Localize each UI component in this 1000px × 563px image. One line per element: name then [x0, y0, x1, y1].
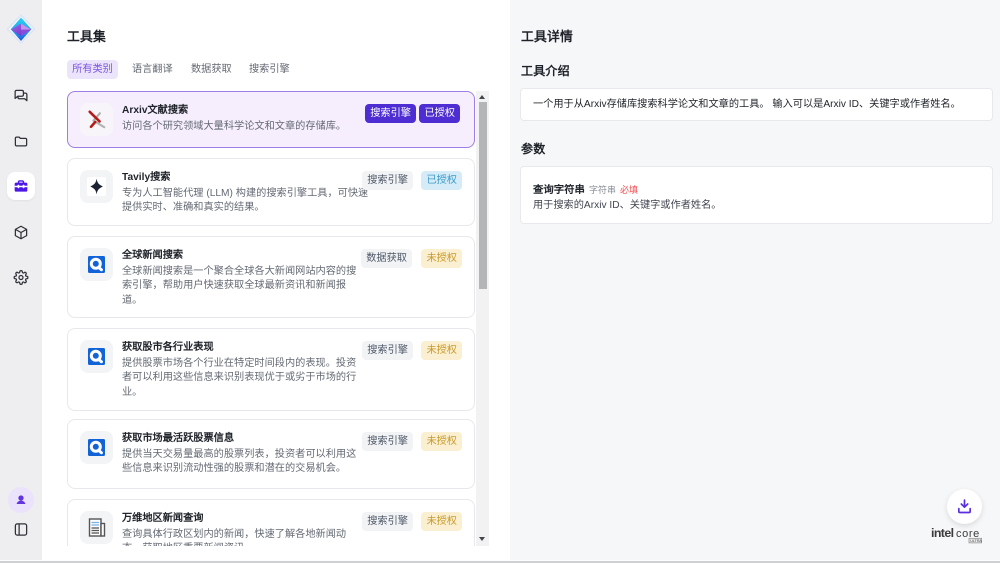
- svg-text:intel: intel: [931, 526, 954, 540]
- svg-text:ULTRA: ULTRA: [970, 539, 982, 543]
